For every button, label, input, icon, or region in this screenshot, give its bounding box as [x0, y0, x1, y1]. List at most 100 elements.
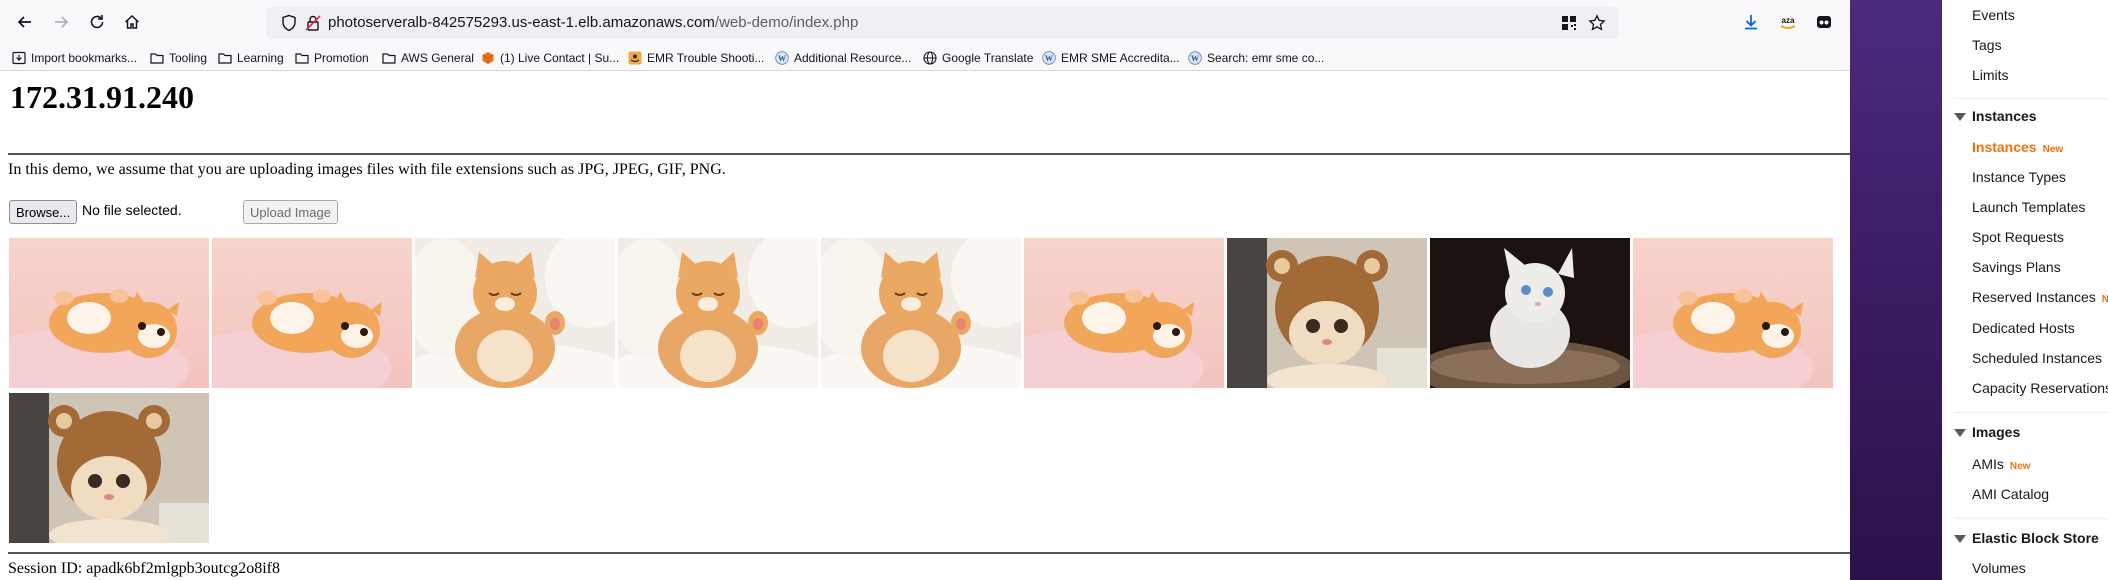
upload-image-button[interactable]: Upload Image	[243, 200, 338, 224]
browse-button[interactable]: Browse...	[9, 200, 78, 224]
bookmark-label: EMR SME Accredita...	[1061, 51, 1180, 65]
bookmark-google-translate[interactable]: Google Translate	[923, 49, 1033, 67]
bookmark-search-emr-sme[interactable]: W Search: emr sme co...	[1188, 49, 1324, 67]
gallery-image	[212, 238, 412, 388]
folder-icon	[150, 53, 164, 64]
gallery-image	[1024, 238, 1224, 388]
bookmark-emr-troubleshooting[interactable]: EMR Trouble Shooti...	[628, 49, 764, 67]
sidebar-item-events[interactable]: Events	[1972, 7, 2015, 23]
bookmark-label: Additional Resource...	[794, 51, 912, 65]
sidebar-item-instances[interactable]: Instances New	[1972, 139, 2063, 155]
sidebar-item-amis[interactable]: AMIs New	[1972, 456, 2030, 472]
sidebar-item-tags[interactable]: Tags	[1972, 37, 2002, 53]
bookmark-label: Import bookmarks...	[31, 51, 138, 65]
sidebar-item-reserved-instances[interactable]: Reserved Instances N	[1972, 289, 2108, 305]
sidebar-item-capacity-reservations[interactable]: Capacity Reservations	[1972, 380, 2108, 396]
amazon-site-icon	[628, 51, 642, 65]
amazon-assistant-icon[interactable]: aza	[1777, 11, 1799, 33]
sidebar-item-savings-plans[interactable]: Savings Plans	[1972, 259, 2061, 275]
bookmark-label: (1) Live Contact | Su...	[500, 51, 620, 65]
new-badge: N	[2101, 294, 2108, 305]
url-text[interactable]: photoserveralb-842575293.us-east-1.elb.a…	[328, 14, 858, 31]
bookmark-label: Promotion	[314, 51, 369, 65]
bookmark-label: Tooling	[169, 51, 208, 65]
bookmark-folder-tooling[interactable]: Tooling	[150, 49, 207, 67]
downloads-icon[interactable]	[1740, 11, 1762, 33]
caret-down-icon[interactable]	[1954, 429, 1966, 437]
sidebar-item-dedicated-hosts[interactable]: Dedicated Hosts	[1972, 320, 2075, 336]
gallery-image	[9, 393, 209, 543]
sidebar-item-instance-types[interactable]: Instance Types	[1972, 169, 2066, 185]
sidebar-divider	[1954, 518, 2108, 519]
sidebar-divider	[1954, 98, 2108, 99]
divider	[8, 153, 1850, 155]
sidebar-item-volumes[interactable]: Volumes	[1972, 560, 2026, 576]
file-status-text: No file selected.	[82, 202, 182, 218]
wiki-icon: W	[1042, 51, 1056, 65]
bookmark-label: EMR Trouble Shooti...	[647, 51, 765, 65]
browser-window: photoserveralb-842575293.us-east-1.elb.a…	[0, 0, 1850, 580]
bookmark-label: Search: emr sme co...	[1207, 51, 1325, 65]
svg-text:W: W	[1191, 54, 1199, 63]
bookmark-live-contact[interactable]: (1) Live Contact | Su...	[481, 49, 619, 67]
sidebar-section-instances[interactable]: Instances	[1972, 108, 2037, 124]
gallery-image	[9, 238, 209, 388]
bookmark-folder-aws-general[interactable]: AWS General	[382, 49, 474, 67]
shield-icon[interactable]	[280, 14, 298, 32]
sidebar-item-launch-templates[interactable]: Launch Templates	[1972, 199, 2085, 215]
desktop-background	[1850, 0, 1942, 580]
page-content: 172.31.91.240 In this demo, we assume th…	[0, 71, 1850, 580]
sidebar-item-ami-catalog[interactable]: AMI Catalog	[1972, 486, 2049, 502]
bookmarks-toolbar: Import bookmarks... Tooling Learning Pro…	[0, 44, 1850, 71]
session-id-text: Session ID: apadk6bf2mlgpb3outcg2o8if8	[8, 560, 280, 577]
wiki-icon: W	[775, 51, 789, 65]
qr-code-icon[interactable]	[1560, 14, 1578, 32]
caret-down-icon[interactable]	[1954, 535, 1966, 543]
gallery-image	[1430, 238, 1630, 388]
bookmark-emr-sme-accreditation[interactable]: W EMR SME Accredita...	[1042, 49, 1180, 67]
server-ip-heading: 172.31.91.240	[10, 79, 194, 115]
svg-text:aza: aza	[1782, 16, 1795, 25]
url-bar[interactable]: photoserveralb-842575293.us-east-1.elb.a…	[266, 7, 1618, 39]
bookmark-label: Google Translate	[942, 51, 1034, 65]
sidebar-item-scheduled-instances[interactable]: Scheduled Instances	[1972, 350, 2102, 366]
import-icon	[12, 51, 26, 65]
aws-ec2-sidebar: Events Tags Limits Instances Instances Ne…	[1942, 0, 2108, 580]
svg-text:W: W	[1045, 54, 1053, 63]
gallery-image	[1633, 238, 1833, 388]
bookmark-folder-learning[interactable]: Learning	[218, 49, 284, 67]
bookmark-import[interactable]: Import bookmarks...	[12, 49, 137, 67]
sidebar-item-label: Instances	[1972, 139, 2037, 155]
gallery-image	[415, 238, 615, 388]
extension-icon[interactable]	[1813, 11, 1835, 33]
aws-cube-icon	[482, 52, 494, 64]
new-badge: New	[2009, 461, 2031, 472]
gallery-image	[618, 238, 818, 388]
intro-text: In this demo, we assume that you are upl…	[8, 161, 726, 178]
forward-icon[interactable]	[50, 11, 72, 33]
url-path: /web-demo/index.php	[714, 14, 859, 31]
new-badge: New	[2042, 144, 2064, 155]
caret-down-icon[interactable]	[1954, 113, 1966, 121]
home-icon[interactable]	[121, 11, 143, 33]
bookmark-additional-resources[interactable]: W Additional Resource...	[775, 49, 911, 67]
bookmark-folder-promotion[interactable]: Promotion	[295, 49, 369, 67]
folder-icon	[295, 53, 309, 64]
back-icon[interactable]	[14, 11, 36, 33]
svg-text:W: W	[778, 54, 786, 63]
gallery-image	[821, 238, 1021, 388]
sidebar-item-label: Reserved Instances	[1972, 289, 2096, 305]
sidebar-item-limits[interactable]: Limits	[1972, 67, 2009, 83]
insecure-connection-icon[interactable]	[304, 14, 322, 32]
sidebar-section-images[interactable]: Images	[1972, 424, 2020, 440]
bookmark-star-icon[interactable]	[1588, 14, 1606, 32]
reload-icon[interactable]	[86, 11, 108, 33]
gallery-image	[1227, 238, 1427, 388]
folder-icon	[218, 53, 232, 64]
bookmark-label: Learning	[237, 51, 284, 65]
url-host: photoserveralb-842575293.us-east-1.elb.a…	[328, 14, 715, 31]
sidebar-item-label: AMIs	[1972, 456, 2004, 472]
sidebar-section-elastic-block-store[interactable]: Elastic Block Store	[1972, 530, 2099, 546]
browser-toolbar: photoserveralb-842575293.us-east-1.elb.a…	[0, 0, 1850, 44]
sidebar-item-spot-requests[interactable]: Spot Requests	[1972, 229, 2064, 245]
